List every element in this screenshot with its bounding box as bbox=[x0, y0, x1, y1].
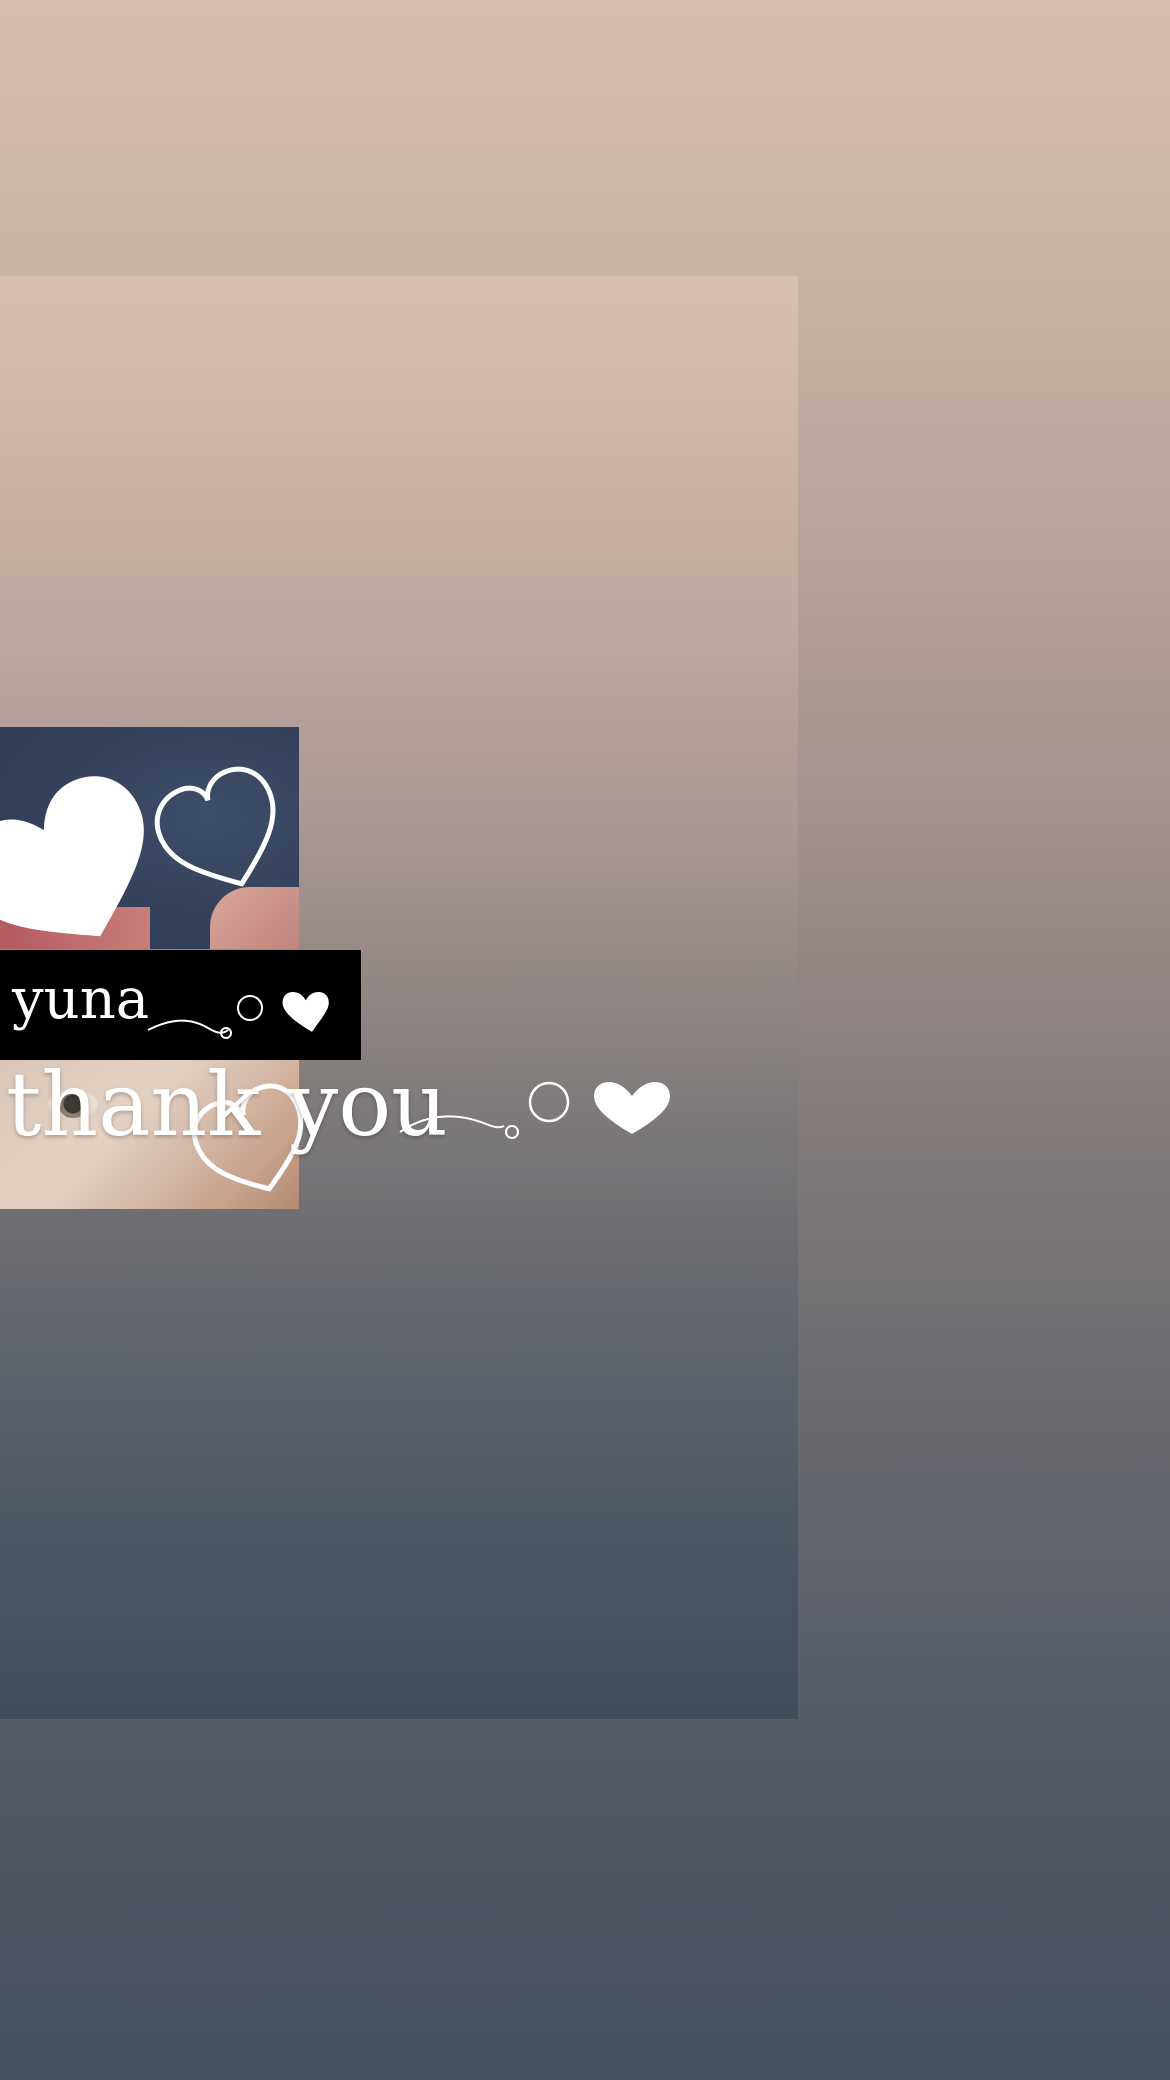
name-label: yuna bbox=[12, 967, 150, 1032]
heart-icon bbox=[0, 776, 144, 937]
name-label-bar: yuna bbox=[0, 950, 361, 1060]
heart-outline-icon bbox=[154, 766, 276, 887]
bubble-dots-icon bbox=[399, 1081, 670, 1139]
swirl-tail-icon bbox=[147, 992, 329, 1039]
thank-you-caption: thank you bbox=[6, 1053, 448, 1156]
